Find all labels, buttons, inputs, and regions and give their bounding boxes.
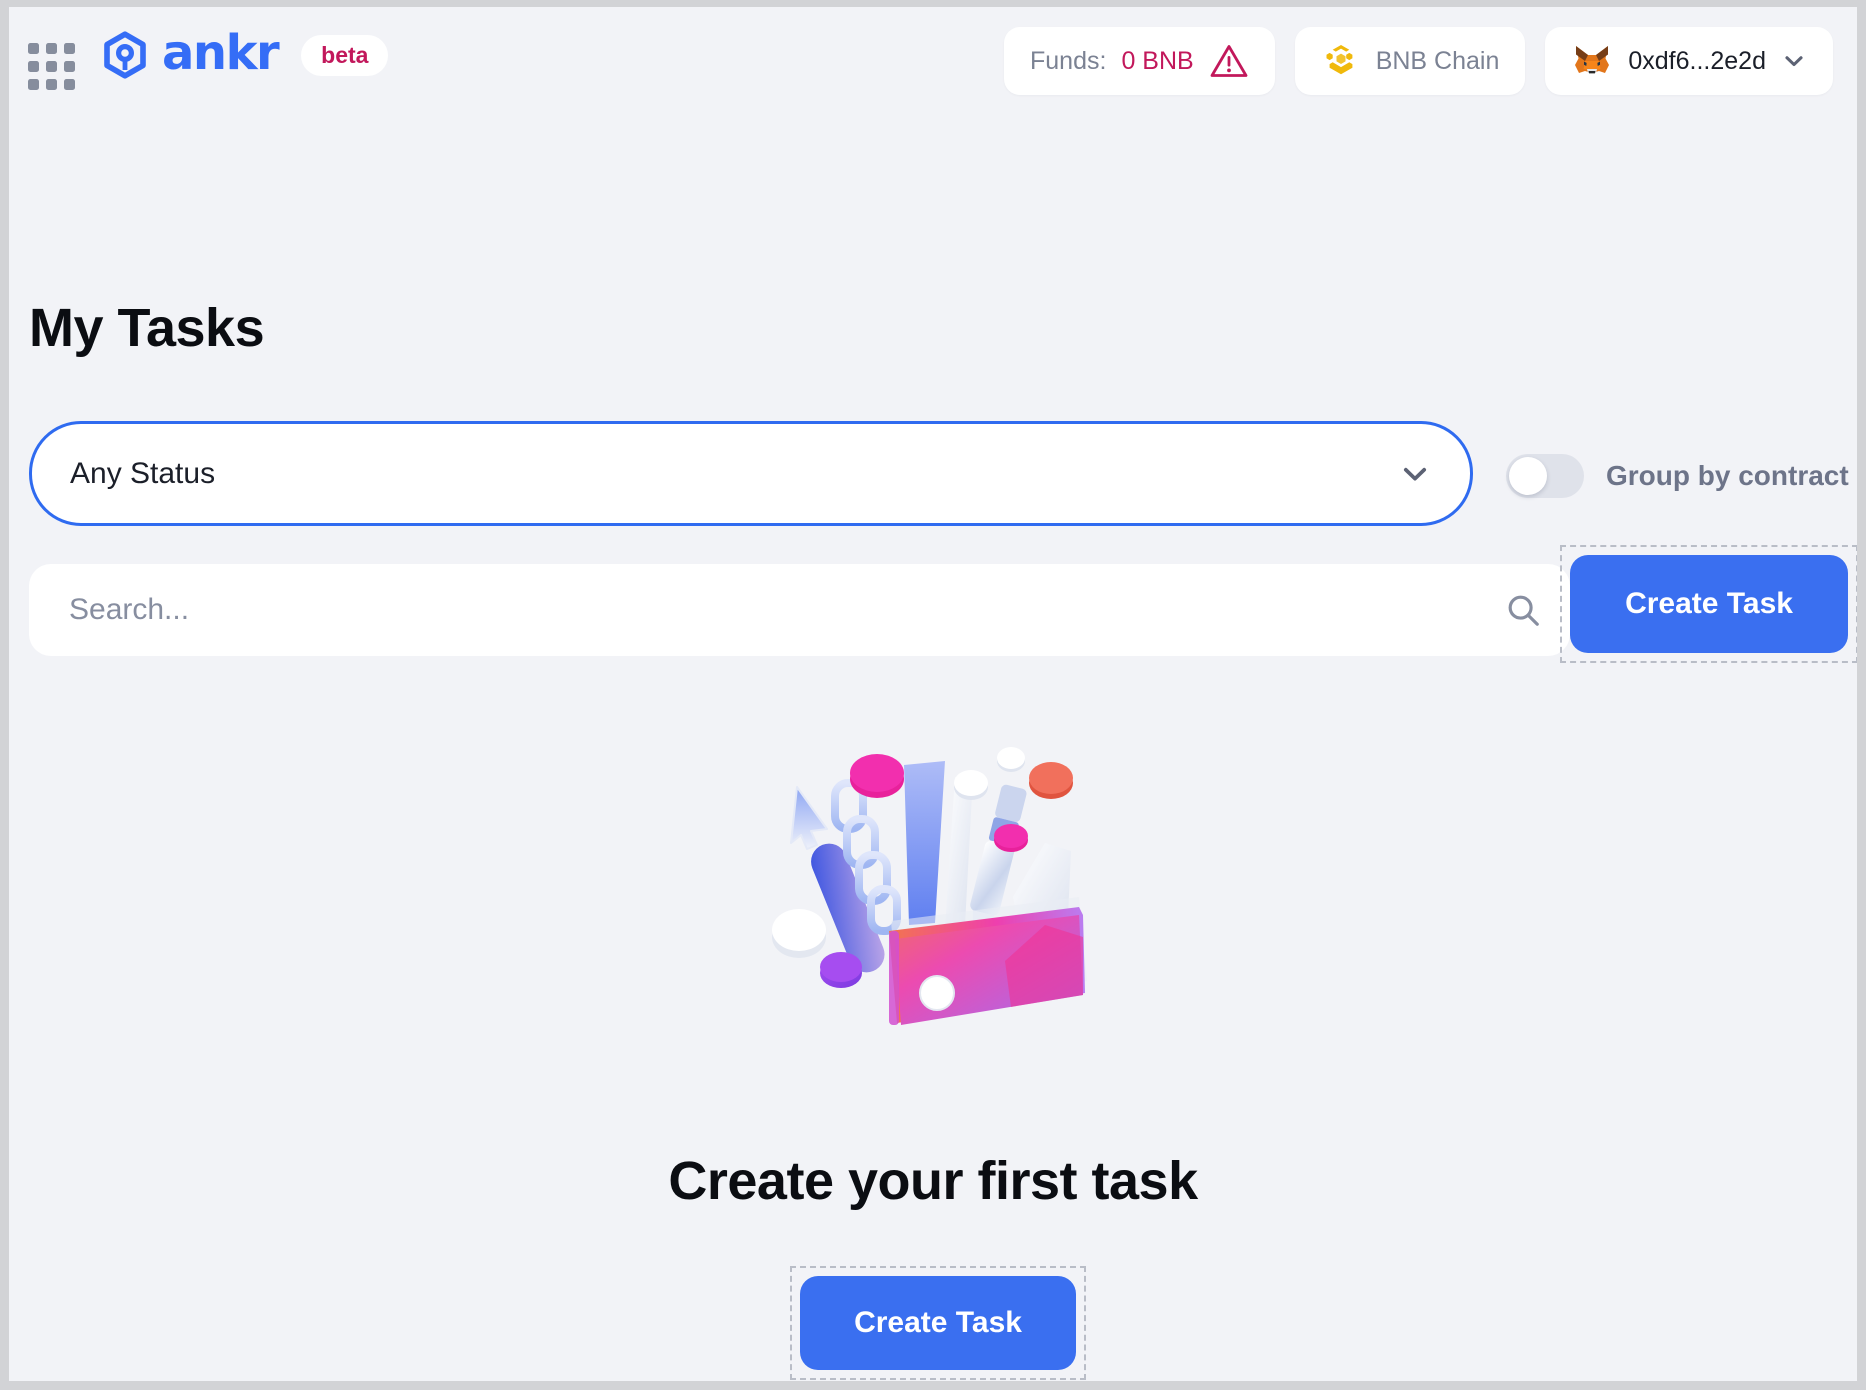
group-by-contract-toggle[interactable]	[1506, 454, 1584, 498]
create-task-highlight-top: Create Task	[1560, 545, 1857, 663]
apps-grid-dot	[45, 60, 57, 72]
empty-state-title: Create your first task	[668, 1151, 1198, 1211]
search-box[interactable]	[29, 564, 1570, 656]
beta-badge: beta	[301, 34, 389, 76]
chevron-down-icon	[1785, 56, 1803, 67]
apps-grid-dot	[63, 60, 75, 72]
apps-grid-dot	[27, 78, 39, 90]
header-right-group: Funds: 0 BNB BNB Chain 0xdf6...2e2d	[1004, 27, 1833, 95]
brand-logo-link[interactable]: ankr beta	[101, 25, 389, 81]
search-input[interactable]	[69, 593, 1504, 627]
metamask-fox-icon	[1575, 46, 1610, 74]
funds-card[interactable]: Funds: 0 BNB	[1004, 27, 1275, 95]
create-task-highlight-bottom: Create Task	[790, 1266, 1086, 1380]
create-task-button-bottom[interactable]: Create Task	[800, 1276, 1076, 1370]
app-header: ankr beta Funds: 0 BNB BNB Chain 0xdf6..…	[9, 7, 1857, 115]
chain-selector[interactable]: BNB Chain	[1294, 27, 1526, 95]
funds-value: 0 BNB	[1121, 46, 1194, 75]
empty-state-illustration	[749, 725, 1109, 1035]
chevron-down-icon	[1403, 467, 1427, 481]
apps-grid-icon[interactable]	[27, 42, 75, 90]
create-task-button-top[interactable]: Create Task	[1570, 555, 1848, 653]
group-by-contract-label: Group by contract	[1606, 460, 1849, 491]
chain-name: BNB Chain	[1375, 46, 1500, 75]
group-by-contract-row: Group by contract	[1506, 454, 1849, 498]
apps-grid-dot	[63, 42, 75, 54]
apps-grid-dot	[45, 42, 57, 54]
apps-grid-dot	[27, 60, 39, 72]
apps-grid-dot	[45, 78, 57, 90]
brand-name: ankr	[162, 25, 280, 81]
page-title: My Tasks	[29, 298, 265, 358]
apps-grid-dot	[27, 42, 39, 54]
toggle-knob	[1509, 457, 1547, 495]
bnb-chain-icon	[1326, 45, 1353, 75]
search-icon[interactable]	[1504, 591, 1542, 629]
ankr-logo-icon	[104, 31, 146, 79]
warning-triangle-icon	[1210, 45, 1248, 77]
status-filter-select[interactable]: Any Status	[29, 421, 1473, 526]
apps-grid-dot	[63, 78, 75, 90]
funds-label: Funds:	[1030, 46, 1107, 75]
status-filter-value: Any Status	[70, 456, 216, 490]
wallet-address: 0xdf6...2e2d	[1628, 46, 1766, 75]
wallet-account-button[interactable]: 0xdf6...2e2d	[1545, 27, 1833, 95]
app-page: ankr beta Funds: 0 BNB BNB Chain 0xdf6..…	[9, 7, 1857, 1381]
toolbox-tools-illustration	[772, 747, 1087, 1025]
